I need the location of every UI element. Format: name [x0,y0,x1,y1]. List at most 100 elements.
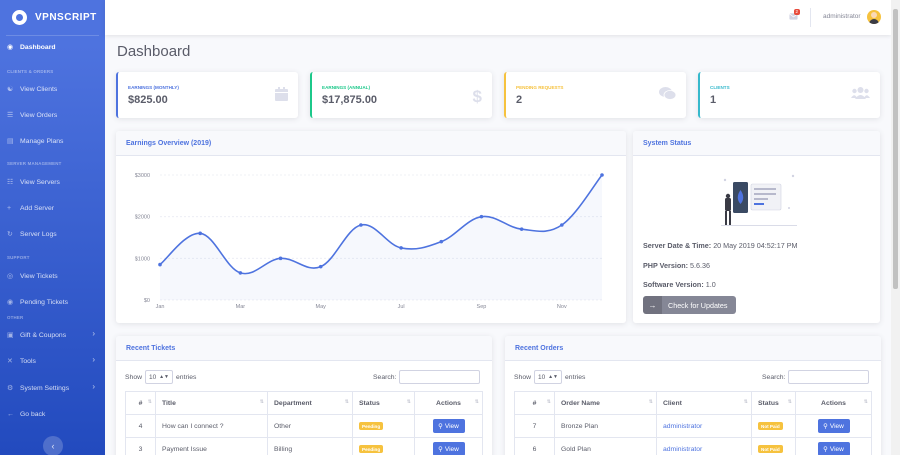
column-header[interactable]: # ⇅ [514,391,555,415]
x-tick-label: Jan [156,304,165,310]
client-link[interactable]: administrator [663,446,702,453]
column-header[interactable]: Client ⇅ [656,391,752,415]
tickets-length-select[interactable]: 10 ▲▼ [145,370,174,384]
sidebar-toggle-button[interactable]: ‹ [43,436,63,455]
stat-label: CLIENTS [710,85,730,90]
select-arrows-icon: ▲▼ [548,374,559,380]
x-tick-label: Sep [477,304,487,310]
sidebar-item-view-orders[interactable]: ☰ View Orders [0,108,105,122]
view-order-button[interactable]: ⚲ View [817,419,850,433]
data-point [560,223,564,227]
sidebar-item-gift-coupons[interactable]: ▣ Gift & Coupons › [0,328,105,342]
sidebar-item-pending-tickets[interactable]: ◉ Pending Tickets [0,295,105,309]
stat-card-pending-requests: PENDING REQUESTS 2 [504,72,686,118]
chevron-left-icon: ‹ [51,441,55,451]
data-point [198,231,202,236]
sidebar: VPNSCRIPT ◉ Dashboard CLIENTS & ORDERS ☯… [0,0,105,455]
scrollbar-thumb[interactable] [893,9,898,289]
table-header-row: # ⇅ Title ⇅ Department ⇅ Status ⇅ Actions ⇅ [125,391,483,415]
view-ticket-button[interactable]: ⚲ View [432,419,465,433]
list-icon: ▤ [7,138,14,145]
php-version: PHP Version: 5.6.36 [643,261,710,270]
tickets-search-input[interactable] [399,370,481,384]
sort-icon: ⇅ [259,399,264,405]
orders-search-input[interactable] [788,370,870,384]
column-header[interactable]: Order Name ⇅ [554,391,657,415]
sidebar-heading-other: OTHER [7,315,24,320]
card-title: Recent Tickets [116,336,492,361]
recent-orders-card: Recent Orders Show 10 ▲▼ entries Search: … [505,336,881,455]
software-version: Software Version: 1.0 [643,280,716,289]
chevron-right-icon: › [92,329,95,338]
sidebar-item-view-tickets[interactable]: ◎ View Tickets [0,269,105,283]
chevron-right-icon: › [92,382,95,391]
sidebar-item-add-server[interactable]: + Add Server [0,201,105,215]
stat-value: 1 [710,94,717,106]
table-header-row: # ⇅ Order Name ⇅ Client ⇅ Status ⇅ Actions ⇅ [514,391,872,415]
pending-icon: ◉ [7,299,14,306]
column-header[interactable]: Actions ⇅ [414,391,483,415]
sort-icon: ⇅ [474,399,479,405]
view-order-button[interactable]: ⚲ View [817,442,850,455]
card-title: System Status [633,131,880,156]
column-header[interactable]: Title ⇅ [155,391,268,415]
check-updates-button[interactable]: → Check for Updates [643,296,736,314]
view-ticket-button[interactable]: ⚲ View [432,442,465,455]
data-point [399,246,403,250]
stat-label: PENDING REQUESTS [516,85,564,90]
sidebar-item-go-back[interactable]: ← Go back [0,407,105,421]
sidebar-heading-support: SUPPORT [7,255,30,260]
chevron-right-icon: › [92,355,95,364]
data-point [278,256,283,261]
server-illustration-icon [721,174,797,226]
column-header[interactable]: Department ⇅ [267,391,353,415]
data-point [439,239,444,244]
column-header[interactable]: # ⇅ [125,391,156,415]
x-tick-label: Nov [557,304,567,310]
stat-value: $825.00 [128,94,168,106]
sidebar-item-view-servers[interactable]: ☷ View Servers [0,175,105,189]
username[interactable]: administrator [823,13,861,20]
sidebar-item-view-clients[interactable]: ☯ View Clients [0,82,105,96]
cart-icon: ☰ [7,112,14,119]
tickets-length-control: Show 10 ▲▼ entries [125,370,196,384]
page-title: Dashboard [117,43,191,60]
tickets-search-control: Search: [373,370,481,384]
sidebar-divider [6,35,99,36]
sidebar-item-server-logs[interactable]: ↻ Server Logs [0,227,105,241]
server-datetime: Server Date & Time: 20 May 2019 04:52:17… [643,241,798,250]
tools-icon: ✕ [7,358,13,365]
column-header[interactable]: Status ⇅ [751,391,796,415]
orders-table: # ⇅ Order Name ⇅ Client ⇅ Status ⇅ Actions ⇅ … [514,391,872,455]
sort-icon: ⇅ [406,399,411,405]
client-link[interactable]: administrator [663,423,702,430]
users-icon [851,87,870,99]
select-arrows-icon: ▲▼ [159,374,170,380]
sidebar-item-dashboard[interactable]: ◉ Dashboard [0,40,105,54]
y-tick-label: $2000 [135,215,150,221]
avatar[interactable] [867,10,881,24]
column-header[interactable]: Actions ⇅ [795,391,872,415]
arrow-right-icon: → [643,296,662,314]
sort-icon: ⇅ [863,399,868,405]
settings-icon: ⚙ [7,385,14,392]
sidebar-item-system-settings[interactable]: ⚙ System Settings › [0,381,105,395]
search-icon: ⚲ [823,446,828,453]
column-header[interactable]: Status ⇅ [352,391,415,415]
search-icon: ⚲ [438,446,443,453]
x-tick-label: Mar [236,304,246,310]
brand[interactable]: VPNSCRIPT [0,0,105,35]
page-scrollbar[interactable] [891,0,900,455]
sidebar-item-tools[interactable]: ✕ Tools › [0,354,105,368]
sidebar-item-manage-plans[interactable]: ▤ Manage Plans [0,134,105,148]
stat-value: $17,875.00 [322,94,378,106]
stat-card-clients: CLIENTS 1 [698,72,880,118]
orders-length-select[interactable]: 10 ▲▼ [534,370,563,384]
status-badge: Not Paid [758,445,783,453]
earnings-line-chart[interactable]: $0 $1000 $2000 $3000 Jan Mar May Jul Sep Nov [116,156,626,323]
calendar-icon [275,87,288,101]
stat-value: 2 [516,94,523,106]
sort-icon: ⇅ [147,399,152,405]
sort-icon: ⇅ [743,399,748,405]
table-row: 7 Bronze Plan administrator Not Paid ⚲ Vi… [514,414,872,438]
